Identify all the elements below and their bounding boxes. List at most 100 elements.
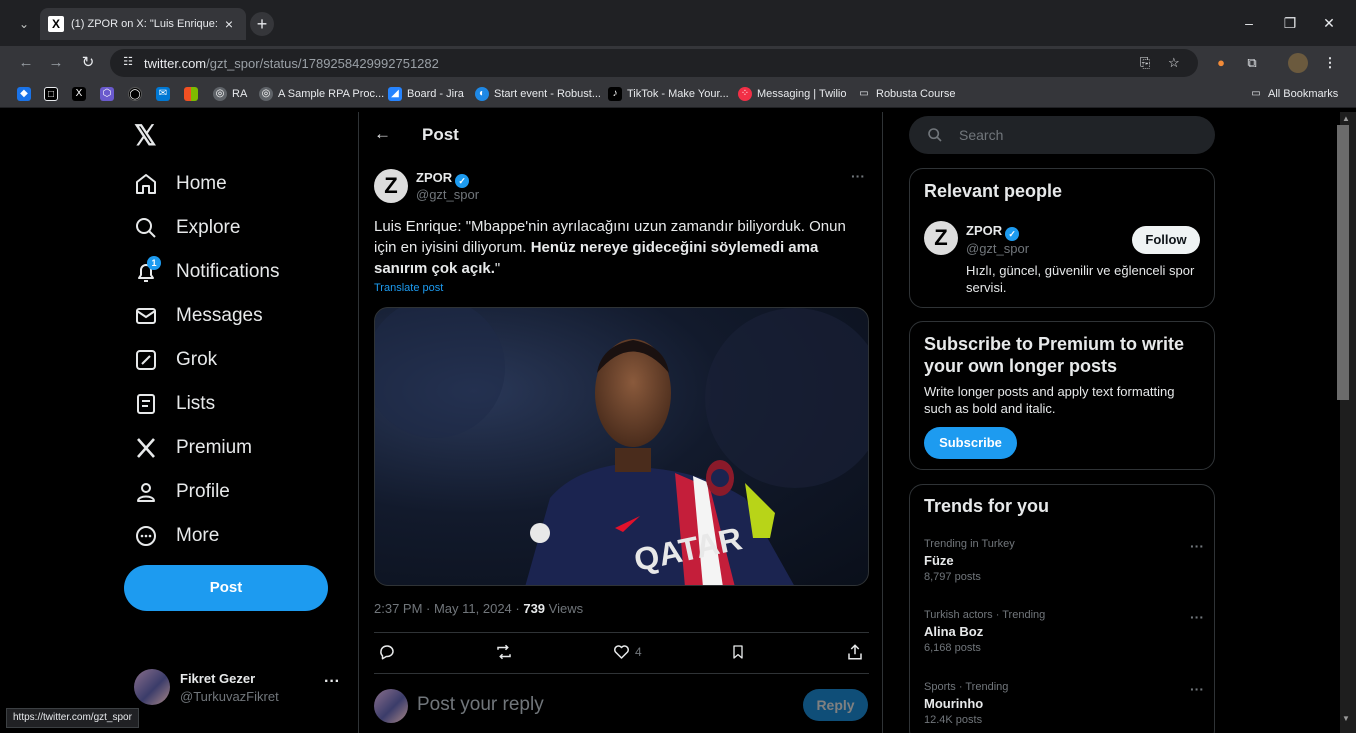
nav-lists[interactable]: Lists [134,389,215,419]
browser-tab[interactable]: X (1) ZPOR on X: "Luis Enrique: "M × [40,8,246,40]
subscribe-button[interactable]: Subscribe [924,427,1017,459]
nav-notifications[interactable]: 1 Notifications [134,256,280,287]
nav-label: Notifications [176,261,280,282]
follow-button[interactable]: Follow [1132,226,1200,254]
repost-action[interactable] [494,642,514,662]
post-column: ← Post Z ZPOR ✓ @gzt_spor ··· Luis Enriqu… [358,112,883,733]
bookmark-robust[interactable]: ◐ Start event - Robust... [475,86,601,102]
nav-explore[interactable]: Explore [134,213,240,243]
like-count: 4 [635,645,642,659]
person-handle[interactable]: @gzt_spor [966,241,1029,256]
more-icon[interactable]: ··· [1190,609,1204,625]
premium-text: Write longer posts and apply text format… [924,384,1175,416]
views-label: Views [545,601,584,616]
like-action[interactable]: 4 [612,642,642,662]
reply-action[interactable] [378,642,396,662]
nav-label: Profile [176,481,230,502]
post-button[interactable]: Post [124,565,328,611]
reload-icon[interactable]: ↻ [76,51,100,75]
minimize-icon[interactable]: – [1238,12,1260,34]
views-count: 739 [523,601,546,616]
bookmark-microsoft-icon[interactable] [184,86,203,102]
bookmark-action[interactable] [730,642,746,662]
new-tab-button[interactable]: + [250,12,274,36]
author-avatar[interactable]: Z [374,169,408,203]
scrollbar-thumb[interactable] [1337,125,1349,400]
nav-label: Lists [176,393,216,414]
bookmark-github-icon[interactable]: ◯ [128,86,147,102]
bookmark-x-icon[interactable]: X [72,86,91,102]
bookmark-robusta-folder[interactable]: ▭ Robusta Course [857,86,955,102]
bookmark-rpa[interactable]: ◎ A Sample RPA Proc... [259,86,384,102]
author-handle[interactable]: @gzt_spor [416,187,479,202]
bookmark-label: RA [232,88,248,100]
bookmark-star-icon[interactable]: ☆ [1168,55,1180,71]
bookmark-icon-4[interactable]: ⬡ [100,86,119,102]
bookmark-tiktok[interactable]: ♪ TikTok - Make Your... [608,86,729,102]
profile-avatar-icon[interactable] [1288,53,1308,73]
close-window-icon[interactable]: ✕ [1318,12,1340,34]
bookmark-twilio[interactable]: ⁘ Messaging | Twilio [738,86,846,102]
trend-item[interactable]: Trending in Turkey Füze 8,797 posts ··· [924,538,1204,583]
url-path: /gzt_spor/status/1789258429992751282 [206,55,439,71]
forward-icon[interactable]: → [44,51,68,75]
close-tab-icon[interactable]: × [220,16,238,32]
avatar [134,669,170,705]
reply-button[interactable]: Reply [803,689,868,721]
nav-premium[interactable]: Premium [134,433,252,463]
more-icon[interactable]: ··· [1190,538,1204,554]
nav-messages[interactable]: Messages [134,301,263,331]
x-logo-icon[interactable]: 𝕏 [134,122,162,150]
home-icon [134,172,158,196]
nav-more[interactable]: More [134,521,219,551]
trend-item[interactable]: Turkish actors · Trending Alina Boz 6,16… [924,609,1204,654]
bookmark-icon-1[interactable]: ◆ [17,86,36,102]
scroll-up-icon[interactable]: ▲ [1342,114,1350,123]
author-name[interactable]: ZPOR ✓ [416,170,470,188]
account-switcher[interactable]: Fikret Gezer @TurkuvazFikret ··· [134,669,344,709]
scroll-down-icon[interactable]: ▼ [1342,714,1350,723]
translate-link[interactable]: Translate post [374,282,443,294]
all-bookmarks-folder[interactable]: ▭ All Bookmarks [1249,86,1338,102]
back-arrow-icon[interactable]: ← [374,124,391,144]
person-name[interactable]: ZPOR ✓ [966,223,1020,241]
nav-label: Messages [176,305,263,326]
trend-item[interactable]: Sports · Trending Mourinho 12.4K posts ·… [924,681,1204,726]
restore-icon[interactable]: ❐ [1279,12,1301,34]
install-app-icon[interactable]: ⎘ [1140,55,1150,71]
avatar[interactable]: Z [924,221,958,255]
url-host: twitter.com [144,55,207,71]
card-title: Trends for you [924,496,1050,516]
post-timestamp[interactable]: 2:37 PM · May 11, 2024 · [374,601,523,616]
person-name-text: ZPOR [966,223,1003,238]
site-info-icon[interactable]: ☷ [120,55,136,71]
more-icon[interactable]: ··· [324,673,340,691]
browser-menu-icon[interactable]: ⋮ [1320,53,1340,73]
address-bar[interactable]: ☷ twitter.com/gzt_spor/status/1789258429… [110,49,1198,77]
trend-count: 12.4K posts [924,714,983,726]
post-image[interactable]: QATAR [374,307,869,586]
status-bar-url: https://twitter.com/gzt_spor [6,708,139,728]
nav-profile[interactable]: Profile [134,477,230,507]
bookmark-outlook-icon[interactable]: ✉ [156,86,175,102]
share-action[interactable] [846,642,864,662]
search-input[interactable]: Search [909,116,1215,154]
extension-icon[interactable]: ● [1211,53,1231,73]
reply-input[interactable]: Post your reply [417,694,544,716]
back-icon[interactable]: ← [14,51,38,75]
extensions-puzzle-icon[interactable]: ⧉ [1242,53,1262,73]
more-icon[interactable]: ··· [1190,681,1204,697]
card-title: Subscribe to Premium to write your own l… [924,334,1185,376]
premium-card: Subscribe to Premium to write your own l… [909,321,1215,470]
nav-home[interactable]: Home [134,169,227,199]
nav-grok[interactable]: Grok [134,345,217,375]
bookmark-icon-2[interactable]: □ [44,86,63,102]
bookmark-ra[interactable]: ◎ RA [213,86,247,102]
bookmark-label: Messaging | Twilio [757,88,847,100]
more-icon[interactable]: ··· [851,168,865,184]
trends-card: Trends for you Trending in Turkey Füze 8… [909,484,1215,733]
bookmark-jira[interactable]: ◢ Board - Jira [388,86,464,102]
search-placeholder: Search [959,127,1004,143]
nav-label: Home [176,173,227,194]
tab-search-icon[interactable]: ⌄ [12,12,36,36]
